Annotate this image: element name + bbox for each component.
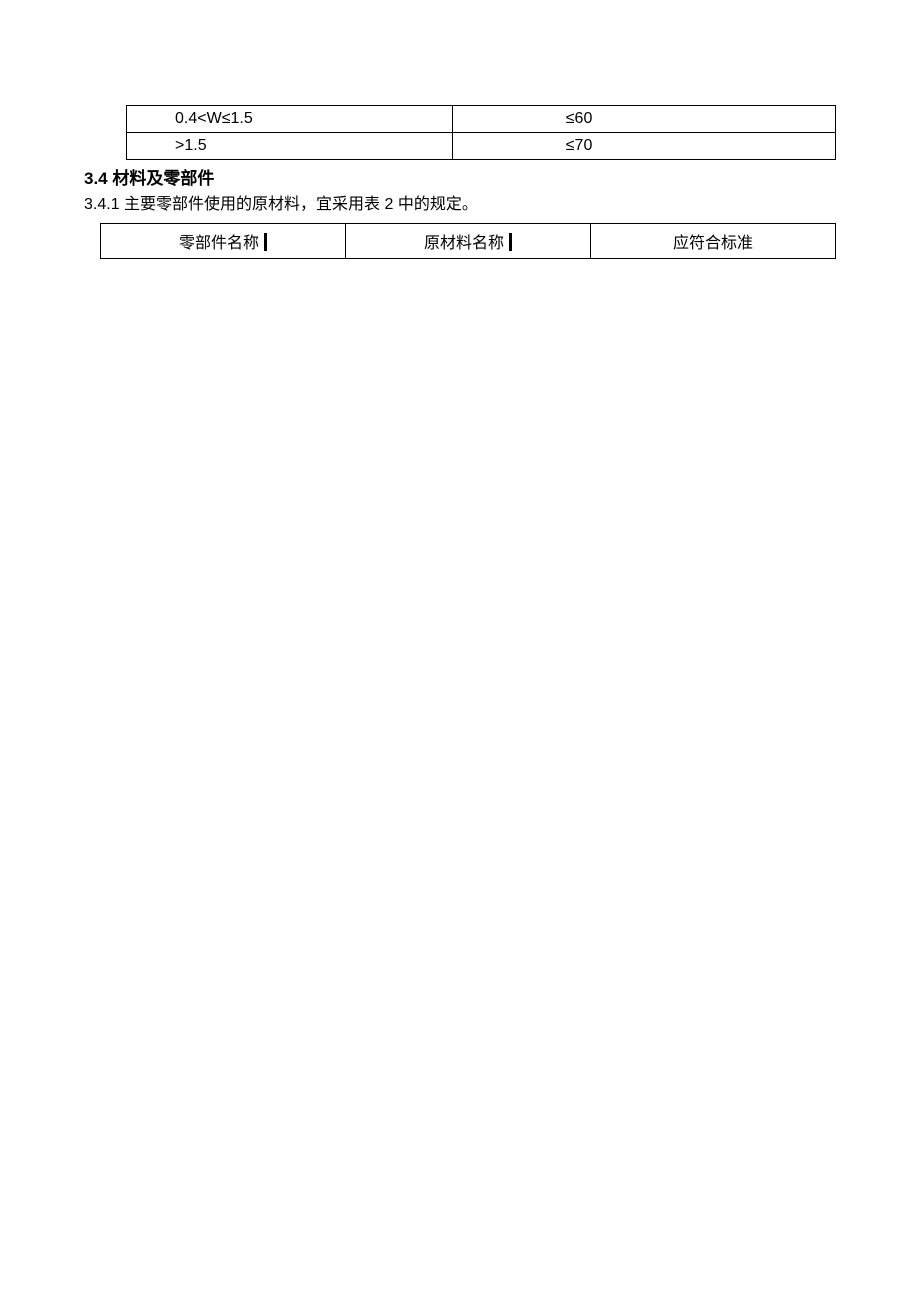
- range-cell: >1.5: [127, 133, 453, 160]
- header-col2: 原材料名称: [346, 224, 591, 259]
- header-col3: 应符合标准: [591, 224, 836, 259]
- header-col3-text: 应符合标准: [673, 235, 753, 252]
- table-row: >1.5 ≤70: [127, 133, 836, 160]
- header-col2-text: 原材料名称: [424, 235, 512, 252]
- section-heading: 3.4 材料及零部件: [84, 164, 836, 189]
- table-header-row: 零部件名称 原材料名称 应符合标准: [101, 224, 836, 259]
- range-cell: 0.4<W≤1.5: [127, 106, 453, 133]
- limit-cell: ≤70: [453, 133, 836, 160]
- section-title: 材料及零部件: [112, 169, 214, 188]
- header-col1: 零部件名称: [101, 224, 346, 259]
- page-content: 0.4<W≤1.5 ≤60 >1.5 ≤70 3.4 材料及零部件 3.4.1 …: [0, 105, 920, 259]
- header-col1-text: 零部件名称: [179, 235, 267, 252]
- table-row: 0.4<W≤1.5 ≤60: [127, 106, 836, 133]
- table-ranges: 0.4<W≤1.5 ≤60 >1.5 ≤70: [126, 105, 836, 160]
- table-materials-header: 零部件名称 原材料名称 应符合标准: [100, 223, 836, 259]
- section-number: 3.4: [84, 169, 108, 188]
- limit-cell: ≤60: [453, 106, 836, 133]
- paragraph-text: 3.4.1 主要零部件使用的原材料，宜采用表 2 中的规定。: [84, 193, 836, 217]
